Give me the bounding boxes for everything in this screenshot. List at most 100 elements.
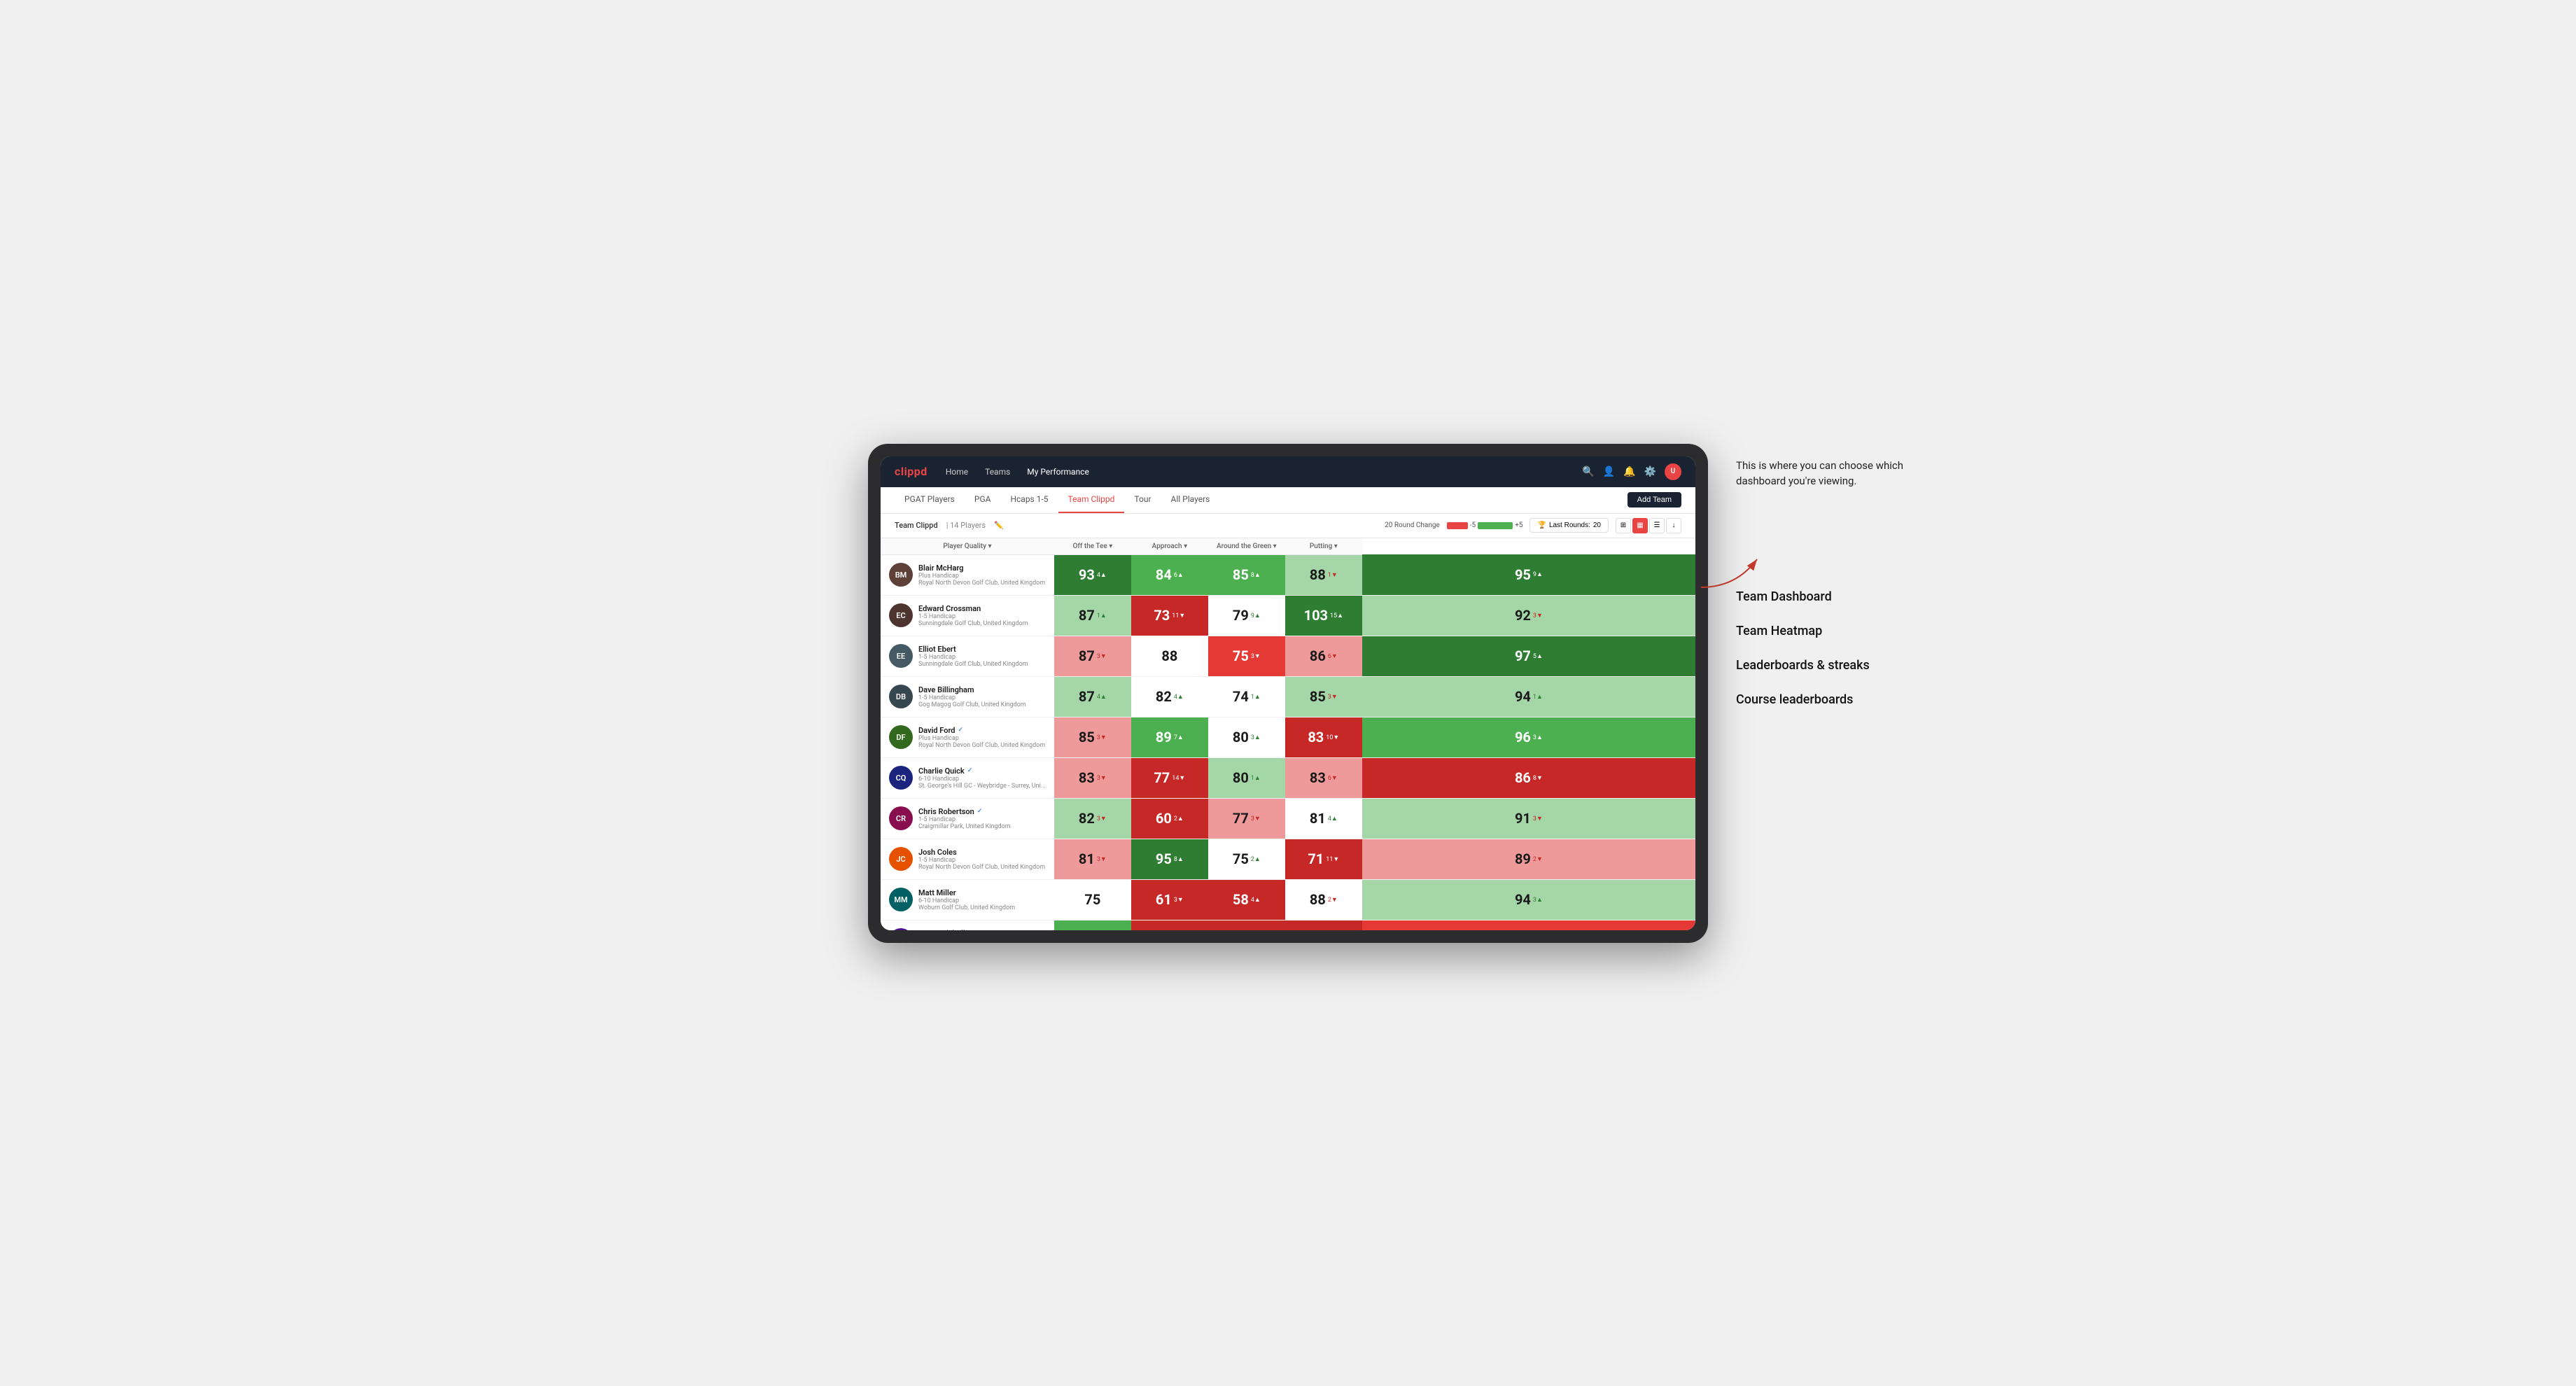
table-row[interactable]: EC Edward Crossman 1-5 Handicap Sunningd…	[881, 595, 1695, 636]
table-row[interactable]: AN Aaron Nicholls 11-15 Handicap Drift G…	[881, 920, 1695, 930]
player-name: Charlie Quick ✓	[918, 766, 1046, 776]
nav-link-my-performance[interactable]: My Performance	[1026, 467, 1091, 477]
tabs: PGAT Players PGA Hcaps 1-5 Team Clippd T…	[895, 486, 1219, 513]
metric-value-box: 86 6▼	[1285, 636, 1362, 676]
metric-cell-2: 80 1▲	[1208, 757, 1285, 798]
player-cell: DB Dave Billingham 1-5 Handicap Gog Mago…	[881, 676, 1054, 717]
metric-value-box: 85 4▼	[1362, 920, 1695, 930]
metric-cell-0: 87 4▲	[1054, 676, 1131, 717]
metric-change: 8▲	[1174, 855, 1184, 863]
tab-hcaps[interactable]: Hcaps 1-5	[1000, 486, 1058, 513]
verified-icon: ✓	[967, 767, 973, 774]
tab-tour[interactable]: Tour	[1124, 486, 1161, 513]
table-row[interactable]: DF David Ford ✓ Plus Handicap Royal Nort…	[881, 717, 1695, 757]
view-heatmap-icon[interactable]: ▦	[1632, 518, 1648, 533]
tab-pgat-players[interactable]: PGAT Players	[895, 486, 965, 513]
metric-number: 61	[1156, 891, 1172, 908]
metric-change: 4▲	[1328, 815, 1338, 822]
add-team-button[interactable]: Add Team	[1628, 492, 1681, 507]
metric-number: 85	[1310, 688, 1326, 705]
metric-value-box: 95 9▲	[1362, 554, 1695, 595]
player-club: Royal North Devon Golf Club, United King…	[918, 742, 1046, 749]
bar-red	[1447, 522, 1468, 529]
metric-value-box: 83 3▼	[1054, 758, 1131, 798]
metric-change: 1▲	[1533, 693, 1543, 701]
metric-value-box: 81 4▲	[1285, 799, 1362, 839]
player-avatar: EE	[889, 644, 913, 668]
avatar[interactable]: U	[1665, 463, 1681, 480]
metric-cell-0: 75	[1054, 879, 1131, 920]
metric-change: 8▼	[1533, 774, 1543, 782]
metric-cell-3: 84 21▼	[1285, 920, 1362, 930]
player-info: Josh Coles 1-5 Handicap Royal North Devo…	[918, 848, 1046, 871]
sub-bar-right: 20 Round Change -5 +5 🏆 Last Rounds: 20 …	[1385, 518, 1681, 533]
table-row[interactable]: MM Matt Miller 6-10 Handicap Woburn Golf…	[881, 879, 1695, 920]
metric-number: 77	[1233, 810, 1249, 827]
player-name: Aaron Nicholls	[918, 929, 1046, 930]
metric-cell-0: 93 4▲	[1054, 554, 1131, 595]
table-row[interactable]: CQ Charlie Quick ✓ 6-10 Handicap St. Geo…	[881, 757, 1695, 798]
metric-number: 83	[1308, 729, 1324, 746]
col-header-off-tee[interactable]: Off the Tee ▾	[1054, 538, 1131, 555]
metric-value-box: 71 11▼	[1285, 839, 1362, 879]
metric-cell-2: 80 3▲	[1208, 717, 1285, 757]
table-row[interactable]: DB Dave Billingham 1-5 Handicap Gog Mago…	[881, 676, 1695, 717]
metric-number: 89	[1156, 729, 1172, 746]
player-name: Dave Billingham	[918, 685, 1046, 694]
metric-value-box: 96 3▲	[1362, 718, 1695, 757]
metric-cell-3: 83 6▼	[1285, 757, 1362, 798]
metric-cell-4: 92 3▼	[1362, 595, 1695, 636]
view-list-icon[interactable]: ☰	[1649, 518, 1665, 533]
metric-value-box: 88	[1131, 636, 1208, 676]
table-row[interactable]: EE Elliot Ebert 1-5 Handicap Sunningdale…	[881, 636, 1695, 676]
player-handicap: 1-5 Handicap	[918, 816, 1046, 823]
last-rounds-button[interactable]: 🏆 Last Rounds: 20	[1530, 518, 1609, 533]
metric-value-box: 75 2▲	[1208, 839, 1285, 879]
metric-number: 87	[1079, 648, 1095, 664]
metric-number: 91	[1515, 810, 1531, 827]
view-icons: ⊞ ▦ ☰ ↓	[1616, 518, 1681, 533]
metric-change: 4▲	[1174, 693, 1184, 701]
tab-all-players[interactable]: All Players	[1161, 486, 1220, 513]
metric-change: 2▼	[1533, 855, 1543, 863]
metric-number: 75	[1084, 891, 1100, 908]
nav-link-home[interactable]: Home	[944, 467, 969, 477]
trophy-icon: 🏆	[1537, 522, 1546, 529]
sub-bar: Team Clippd | 14 Players ✏️ 20 Round Cha…	[881, 514, 1695, 538]
metric-change: 5▲	[1533, 652, 1543, 660]
player-handicap: 1-5 Handicap	[918, 654, 1046, 661]
metric-value-box: 83 6▼	[1285, 758, 1362, 798]
table-row[interactable]: JC Josh Coles 1-5 Handicap Royal North D…	[881, 839, 1695, 879]
profile-icon[interactable]: 👤	[1603, 466, 1615, 477]
metric-value-box: 89 7▲	[1131, 718, 1208, 757]
metric-cell-3: 88 1▼	[1285, 554, 1362, 595]
player-info: Charlie Quick ✓ 6-10 Handicap St. George…	[918, 766, 1046, 790]
col-header-putting[interactable]: Putting ▾	[1285, 538, 1362, 555]
metric-value-box: 74 1▲	[1208, 677, 1285, 717]
table-row[interactable]: CR Chris Robertson ✓ 1-5 Handicap Craigm…	[881, 798, 1695, 839]
col-header-around-green[interactable]: Around the Green ▾	[1208, 538, 1285, 555]
view-grid-icon[interactable]: ⊞	[1616, 518, 1631, 533]
edit-icon[interactable]: ✏️	[994, 521, 1004, 530]
view-download-icon[interactable]: ↓	[1666, 518, 1681, 533]
metric-number: 81	[1310, 810, 1326, 827]
metric-value-box: 86 8▼	[1362, 758, 1695, 798]
metric-value-box: 95 8▲	[1131, 839, 1208, 879]
tab-team-clippd[interactable]: Team Clippd	[1058, 486, 1125, 513]
search-icon[interactable]: 🔍	[1582, 466, 1594, 477]
metric-cell-2: 77 3▼	[1208, 798, 1285, 839]
tab-bar: PGAT Players PGA Hcaps 1-5 Team Clippd T…	[881, 487, 1695, 514]
tab-pga[interactable]: PGA	[965, 486, 1001, 513]
metric-number: 82	[1156, 688, 1172, 705]
settings-icon[interactable]: ⚙️	[1644, 466, 1656, 477]
metric-cell-3: 83 10▼	[1285, 717, 1362, 757]
col-header-approach[interactable]: Approach ▾	[1131, 538, 1208, 555]
table-container: Player Quality ▾ Off the Tee ▾ Appro	[881, 538, 1695, 930]
table-row[interactable]: BM Blair McHarg Plus Handicap Royal Nort…	[881, 554, 1695, 595]
tablet-frame: clippd Home Teams My Performance 🔍 👤 🔔 ⚙…	[868, 444, 1708, 943]
player-name: Chris Robertson ✓	[918, 807, 1046, 816]
bell-icon[interactable]: 🔔	[1623, 466, 1635, 477]
metric-change: 3▼	[1533, 612, 1543, 620]
player-club: Woburn Golf Club, United Kingdom	[918, 904, 1046, 911]
nav-link-teams[interactable]: Teams	[983, 467, 1011, 477]
